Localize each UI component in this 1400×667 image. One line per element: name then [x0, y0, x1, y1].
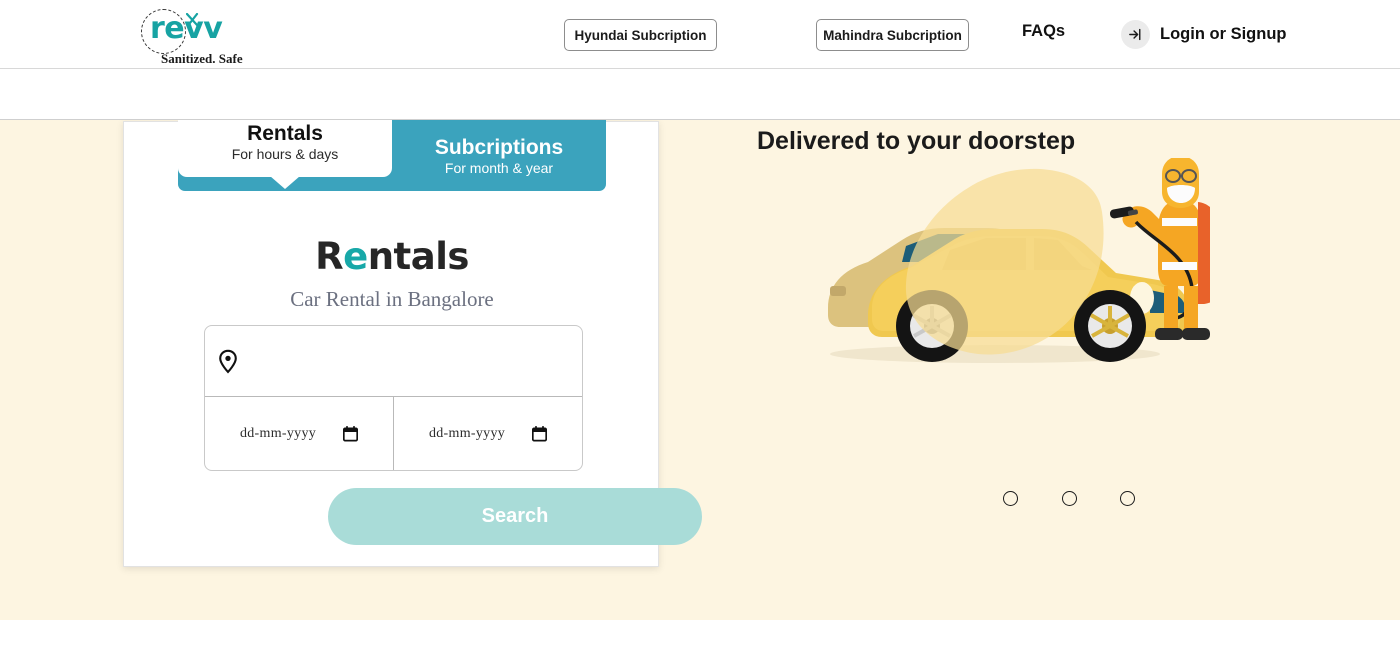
booking-date-row: dd-mm-yyyy dd-mm-yyyy — [205, 397, 582, 470]
carousel-dot-1[interactable] — [1003, 491, 1018, 506]
tab-rentals-subtitle: For hours & days — [231, 146, 339, 162]
rentals-wordmark-part1: R — [315, 235, 344, 278]
card-end-date-placeholder: dd-mm-yyyy — [428, 425, 506, 441]
top-navigation-bar: revv Sanitized. Safe Hyundai Subcription… — [0, 0, 1400, 69]
rentals-wordmark-accent: e — [343, 235, 368, 278]
card-start-date-input[interactable]: dd-mm-yyyy — [205, 397, 394, 470]
card-location-input[interactable] — [205, 326, 582, 397]
tab-subscriptions[interactable]: Subcriptions For month & year — [392, 120, 606, 191]
brand-logo[interactable]: revv Sanitized. Safe — [141, 9, 261, 66]
card-subtitle: Car Rental in Bangalore — [290, 287, 494, 311]
tab-subscriptions-title: Subcriptions — [434, 136, 564, 159]
carousel-dot-2[interactable] — [1061, 491, 1077, 506]
booking-card: Rentals For hours & days Subcriptions Fo… — [123, 120, 702, 567]
booking-tabs: Rentals For hours & days Subcriptions Fo… — [178, 120, 606, 191]
brand-tagline: Sanitized. Safe — [161, 51, 243, 66]
carousel-dot-3[interactable] — [1120, 491, 1135, 506]
carousel-dots — [1003, 491, 1135, 506]
faqs-link[interactable]: FAQs — [1022, 22, 1065, 41]
map-pin-icon — [219, 349, 237, 373]
page-root: revv Sanitized. Safe Hyundai Subcription… — [0, 0, 1400, 667]
hyundai-subscription-button[interactable]: Hyundai Subcription — [564, 19, 717, 51]
booking-form: dd-mm-yyyy dd-mm-yyyy — [204, 325, 583, 471]
card-start-date-placeholder: dd-mm-yyyy — [239, 425, 317, 441]
card-end-date-input[interactable]: dd-mm-yyyy — [394, 397, 582, 470]
sticky-search-bar — [0, 69, 1400, 120]
login-signup-label: Login or Signup — [1160, 25, 1287, 43]
login-signup-button[interactable]: Login or Signup — [1121, 20, 1286, 49]
mahindra-subscription-button[interactable]: Mahindra Subcription — [816, 19, 969, 51]
hero-section: Rentals For hours & days Subcriptions Fo… — [0, 120, 1400, 620]
calendar-icon — [532, 425, 548, 441]
card-search-button[interactable]: Search — [328, 488, 702, 545]
revv-check-icon — [186, 13, 199, 27]
rentals-wordmark: Rentals — [124, 235, 660, 278]
rentals-wordmark-part2: ntals — [367, 235, 470, 278]
car-sanitization-illustration — [828, 158, 1210, 363]
tab-subscriptions-subtitle: For month & year — [444, 160, 554, 176]
calendar-icon — [343, 425, 359, 441]
login-arrow-icon — [1121, 20, 1150, 49]
tab-rentals[interactable]: Rentals For hours & days — [178, 120, 392, 177]
hero-headline: Delivered to your doorstep — [757, 127, 1076, 155]
tab-rentals-title: Rentals — [247, 122, 323, 145]
